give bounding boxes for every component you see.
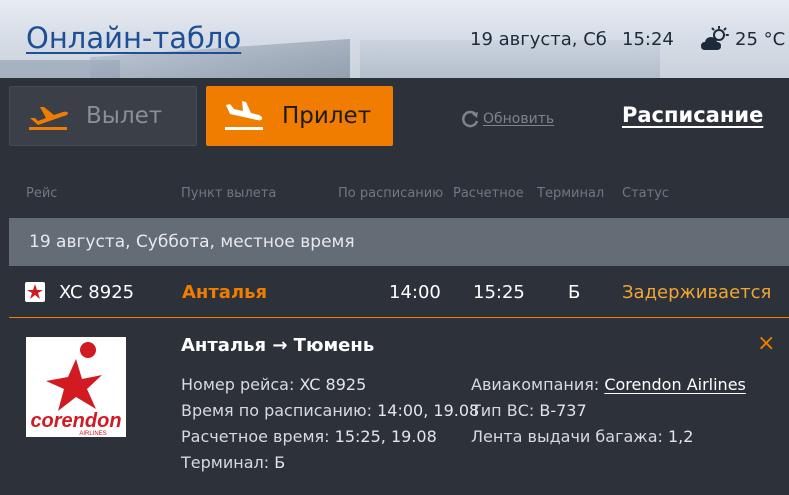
flight-detail-panel: corendon AIRLINES Анталья → Тюмень × Ном… [9, 319, 789, 495]
detail-terminal: Терминал: Б [181, 453, 285, 472]
refresh-button[interactable]: Обновить [460, 109, 554, 129]
flight-terminal: Б [568, 282, 581, 303]
flight-scheduled-time: 14:00 [389, 282, 441, 303]
detail-value: Б [274, 453, 286, 472]
column-header-flight[interactable]: Рейс [26, 186, 57, 201]
detail-label: Тип ВС: [471, 401, 535, 420]
header-date: 19 августа, Сб [470, 29, 607, 50]
logo-brand-text: corendon [30, 410, 121, 432]
header-temperature: 25 °C [735, 29, 786, 50]
detail-value: 1,2 [668, 427, 694, 446]
refresh-label: Обновить [483, 111, 555, 127]
detail-label: Номер рейса: [181, 375, 295, 394]
detail-label: Расчетное время: [181, 427, 330, 446]
airline-logo: corendon AIRLINES [26, 337, 126, 437]
arrival-plane-icon [225, 101, 263, 130]
partly-cloudy-icon [701, 26, 729, 50]
airline-link[interactable]: Corendon Airlines [604, 375, 746, 394]
flight-row[interactable]: XC 8925 Анталья 14:00 15:25 Б Задерживае… [9, 268, 789, 318]
tab-departures[interactable]: Вылет [9, 86, 197, 146]
detail-label: Время по расписанию: [181, 401, 373, 420]
detail-label: Лента выдачи багажа: [471, 427, 663, 446]
flight-board: Вылет Прилет Обновить Расписание Рейс Пу… [0, 78, 789, 495]
detail-scheduled: Время по расписанию: 14:00, 19.08 [181, 401, 479, 420]
detail-aircraft: Тип ВС: B-737 [471, 401, 587, 420]
date-group-header: 19 августа, Суббота, местное время [9, 218, 789, 266]
header-banner: Онлайн-табло 19 августа, Сб 15:24 25 °C [0, 0, 789, 80]
flight-status: Задерживается [622, 282, 772, 303]
tab-arrivals[interactable]: Прилет [206, 86, 393, 146]
tab-arrivals-label: Прилет [282, 103, 372, 129]
header-time: 15:24 [622, 29, 674, 50]
flight-origin-city: Анталья [182, 282, 268, 303]
logo-sub-text: AIRLINES [79, 431, 106, 437]
detail-flight-number: Номер рейса: XC 8925 [181, 375, 366, 394]
detail-value: XC 8925 [299, 375, 367, 394]
flight-estimated-time: 15:25 [473, 282, 525, 303]
column-header-estimated[interactable]: Расчетное [453, 186, 524, 201]
refresh-icon [462, 110, 479, 128]
detail-label: Авиакомпания: [471, 375, 600, 394]
detail-baggage: Лента выдачи багажа: 1,2 [471, 427, 693, 446]
route-title: Анталья → Тюмень [181, 335, 375, 356]
detail-value: 14:00, 19.08 [377, 401, 480, 420]
detail-estimated: Расчетное время: 15:25, 19.08 [181, 427, 437, 446]
corendon-logo-icon: corendon AIRLINES [30, 342, 122, 437]
close-icon[interactable]: × [757, 333, 775, 355]
flight-number: XC 8925 [59, 282, 135, 303]
detail-value: B-737 [539, 401, 587, 420]
column-header-origin[interactable]: Пункт вылета [181, 186, 276, 201]
column-header-scheduled[interactable]: По расписанию [338, 186, 443, 201]
date-group-label: 19 августа, Суббота, местное время [29, 232, 355, 252]
column-header-terminal[interactable]: Терминал [537, 186, 604, 201]
departure-plane-icon [29, 107, 68, 130]
detail-airline: Авиакомпания: Corendon Airlines [471, 375, 746, 394]
schedule-link[interactable]: Расписание [622, 103, 763, 127]
tab-departures-label: Вылет [86, 103, 163, 129]
detail-label: Терминал: [181, 453, 270, 472]
column-header-status[interactable]: Статус [622, 186, 669, 201]
detail-value: 15:25, 19.08 [334, 427, 437, 446]
airline-logo-icon [25, 282, 45, 302]
page-title[interactable]: Онлайн-табло [26, 21, 241, 55]
